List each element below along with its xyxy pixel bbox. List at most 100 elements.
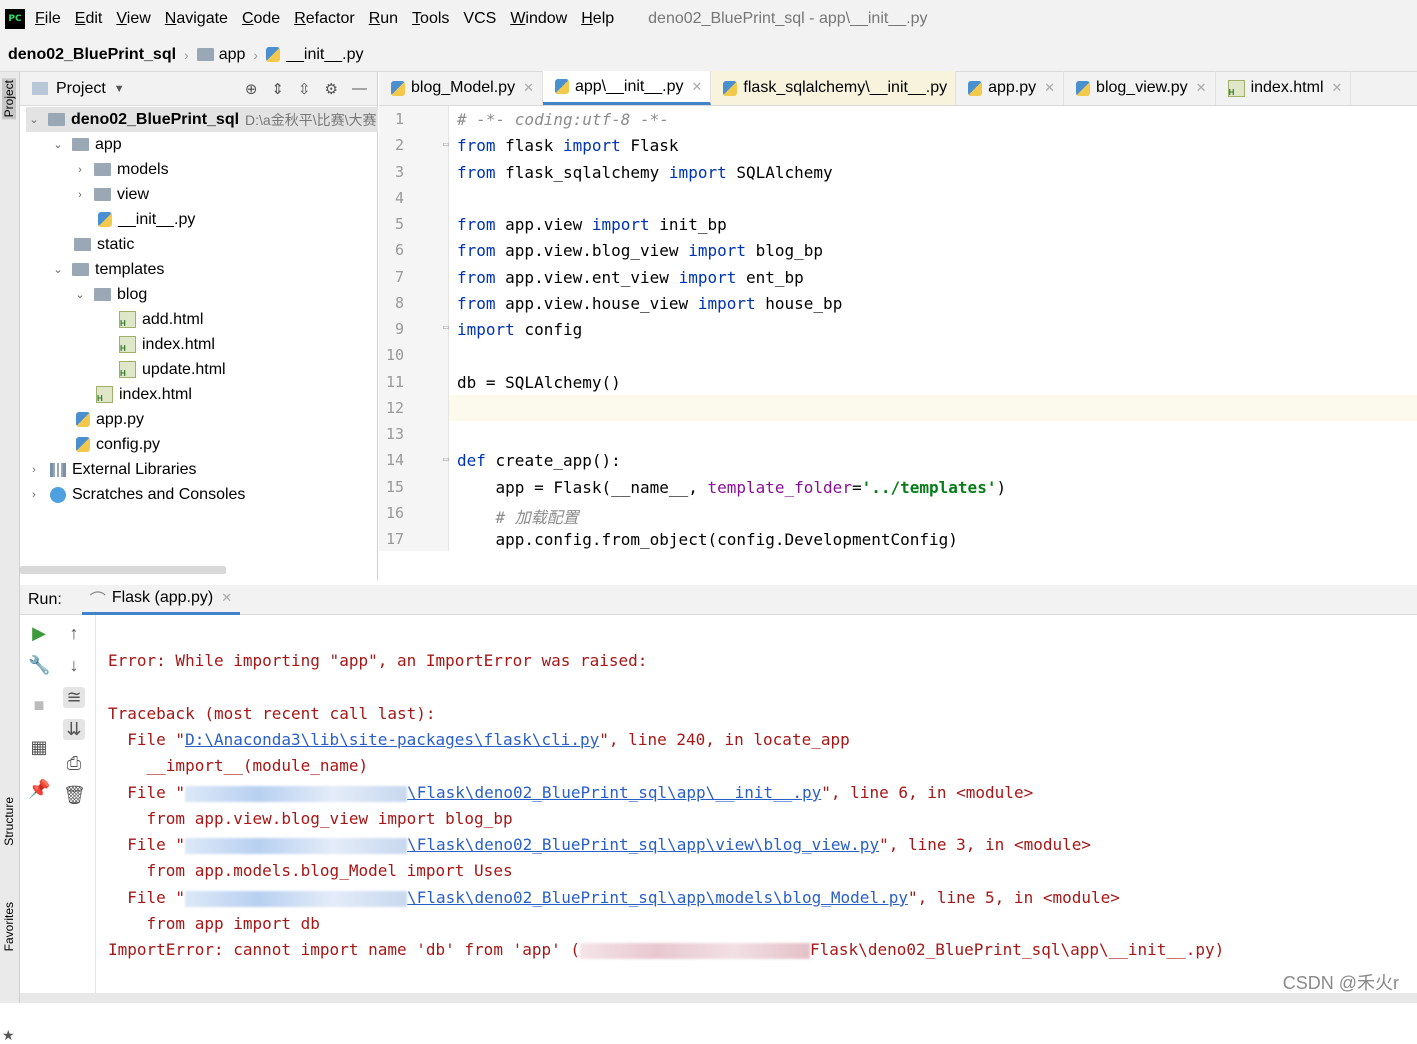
file-link[interactable]: \Flask\deno02_BluePrint_sql\app\models\b… — [407, 888, 908, 907]
arrow-up-icon[interactable]: ↑ — [63, 623, 85, 644]
rerun-icon[interactable]: ▶ — [28, 623, 50, 644]
tree-item-app-py[interactable]: app.py — [76, 407, 144, 432]
folder-icon — [94, 288, 111, 301]
tree-label: index.html — [119, 386, 192, 404]
run-toolbar: ▶ ↑ 🔧 ↓ ■ ≅ ⇊ ▦ ⎙ 📌 🗑 — [20, 615, 96, 1003]
tree-item-init[interactable]: __init__.py — [98, 207, 195, 232]
close-icon[interactable]: ✕ — [523, 80, 534, 96]
tab-app-py[interactable]: app.py✕ — [956, 71, 1064, 105]
pin-icon[interactable]: 📌 — [28, 779, 50, 800]
tree-item-add-html[interactable]: H add.html — [119, 307, 203, 332]
code-line-14: def create_app(): — [457, 451, 621, 470]
structure-tool-tab[interactable]: Structure — [2, 797, 16, 846]
locate-icon[interactable]: ⊕ — [245, 80, 258, 98]
tab-index-html[interactable]: Hindex.html✕ — [1216, 71, 1352, 105]
tree-item-scratches[interactable]: › Scratches and Consoles — [26, 482, 245, 507]
menu-file[interactable]: File — [35, 10, 61, 28]
line-number: 1 — [379, 110, 404, 128]
code-line-9: import config — [457, 320, 582, 339]
menu-code[interactable]: Code — [242, 10, 280, 28]
menu-run[interactable]: Run — [369, 10, 398, 28]
tab-app-init[interactable]: app\__init__.py✕ — [543, 71, 711, 105]
tree-label: update.html — [142, 361, 226, 379]
menu-refactor[interactable]: Refactor — [294, 10, 354, 28]
python-file-icon — [555, 79, 569, 94]
tree-item-blog-index-html[interactable]: H index.html — [119, 332, 215, 357]
breadcrumb-app[interactable]: app — [219, 46, 246, 64]
chevron-down-icon: ⌄ — [50, 263, 66, 276]
file-link[interactable]: D:\Anaconda3\lib\site-packages\flask\cli… — [185, 730, 599, 749]
layout-icon[interactable]: ▦ — [28, 737, 50, 758]
hide-icon[interactable]: — — [352, 80, 367, 98]
fold-icon[interactable]: ▭ — [443, 322, 449, 333]
collapse-all-icon[interactable]: ⇳ — [298, 80, 311, 98]
gear-icon[interactable]: ⚙ — [325, 80, 338, 98]
line-number: 15 — [379, 478, 404, 496]
line-number: 6 — [379, 241, 404, 259]
close-icon[interactable]: ✕ — [1196, 80, 1207, 96]
menu-vcs[interactable]: VCS — [463, 10, 496, 28]
tab-blog-model[interactable]: blog_Model.py ✕ — [379, 71, 543, 105]
file-link[interactable]: \Flask\deno02_BluePrint_sql\app\view\blo… — [407, 835, 879, 854]
folder-icon — [197, 48, 214, 61]
code-line-1: # -*- coding:utf-8 -*- — [457, 110, 669, 129]
tab-flask-sqlalchemy-init[interactable]: flask_sqlalchemy\__init__.py — [711, 71, 956, 105]
soft-wrap-icon[interactable]: ≅ — [63, 687, 85, 708]
close-icon[interactable]: ✕ — [692, 79, 703, 95]
menu-navigate[interactable]: Navigate — [165, 10, 228, 28]
close-icon[interactable]: ✕ — [221, 590, 232, 606]
editor-gutter: 1 2 3 4 5 6 7 8 9 10 11 12 13 14 15 16 1… — [379, 106, 449, 551]
folder-icon — [72, 138, 89, 151]
horizontal-scrollbar[interactable] — [20, 566, 226, 574]
left-tool-strip: Project Structure Favorites ★ — [0, 72, 20, 1003]
run-tab-flask[interactable]: ⌒ Flask (app.py) ✕ — [82, 585, 240, 615]
close-icon[interactable]: ✕ — [1044, 80, 1055, 96]
print-icon[interactable]: ⎙ — [63, 753, 85, 774]
project-panel-title[interactable]: Project — [56, 80, 106, 98]
code-editor[interactable]: 1 2 3 4 5 6 7 8 9 10 11 12 13 14 15 16 1… — [379, 106, 1417, 551]
tree-item-static[interactable]: static — [72, 232, 134, 257]
expand-all-icon[interactable]: ⇕ — [271, 80, 284, 98]
arrow-down-icon[interactable]: ↓ — [63, 655, 85, 676]
tab-label: blog_Model.py — [411, 79, 515, 97]
project-panel: Project ▼ ⊕ ⇕ ⇳ ⚙ — ⌄ deno02_BluePrint_s… — [20, 72, 378, 580]
code-line-3: from flask_sqlalchemy import SQLAlchemy — [457, 163, 833, 182]
file-link[interactable]: \Flask\deno02_BluePrint_sql\app\__init__… — [407, 783, 821, 802]
console-line: File "\Flask\deno02_BluePrint_sql\app\vi… — [108, 835, 1091, 854]
tree-item-blog[interactable]: ⌄ blog — [72, 282, 147, 307]
menu-view[interactable]: View — [116, 10, 150, 28]
breadcrumb-project[interactable]: deno02_BluePrint_sql — [8, 46, 176, 64]
star-icon: ★ — [2, 1027, 15, 1044]
stop-icon[interactable]: ■ — [28, 695, 50, 716]
tree-item-external-libraries[interactable]: › External Libraries — [26, 457, 197, 482]
tree-item-config-py[interactable]: config.py — [76, 432, 160, 457]
library-icon — [50, 463, 66, 477]
scroll-to-end-icon[interactable]: ⇊ — [63, 719, 85, 740]
python-file-icon — [968, 81, 982, 96]
trash-icon[interactable]: 🗑 — [63, 785, 85, 806]
tree-item-templates[interactable]: ⌄ templates — [50, 257, 164, 282]
chevron-down-icon: ⌄ — [26, 113, 42, 126]
breadcrumb-file[interactable]: __init__.py — [286, 46, 363, 64]
tree-item-index-html[interactable]: H index.html — [96, 382, 192, 407]
tree-item-view[interactable]: › view — [72, 182, 149, 207]
tree-item-app[interactable]: ⌄ app — [50, 132, 122, 157]
run-console[interactable]: Error: While importing "app", an ImportE… — [96, 615, 1417, 1003]
tree-item-update-html[interactable]: H update.html — [119, 357, 226, 382]
close-icon[interactable]: ✕ — [1332, 80, 1343, 96]
python-file-icon — [76, 437, 90, 452]
menu-edit[interactable]: Edit — [75, 10, 103, 28]
wrench-icon[interactable]: 🔧 — [28, 655, 50, 676]
fold-icon[interactable]: ▭ — [443, 454, 449, 465]
menu-window[interactable]: Window — [510, 10, 567, 28]
dropdown-icon[interactable]: ▼ — [114, 83, 125, 95]
project-tool-tab[interactable]: Project — [2, 78, 16, 119]
status-bar — [20, 993, 1417, 1003]
tree-item-models[interactable]: › models — [72, 157, 169, 182]
favorites-tool-tab[interactable]: Favorites — [2, 902, 16, 951]
tree-root[interactable]: ⌄ deno02_BluePrint_sql D:\a金秋平\比赛\大赛 — [26, 107, 378, 132]
menu-tools[interactable]: Tools — [412, 10, 449, 28]
fold-icon[interactable]: ▭ — [443, 139, 449, 150]
menu-help[interactable]: Help — [581, 10, 614, 28]
tab-blog-view[interactable]: blog_view.py✕ — [1064, 71, 1216, 105]
